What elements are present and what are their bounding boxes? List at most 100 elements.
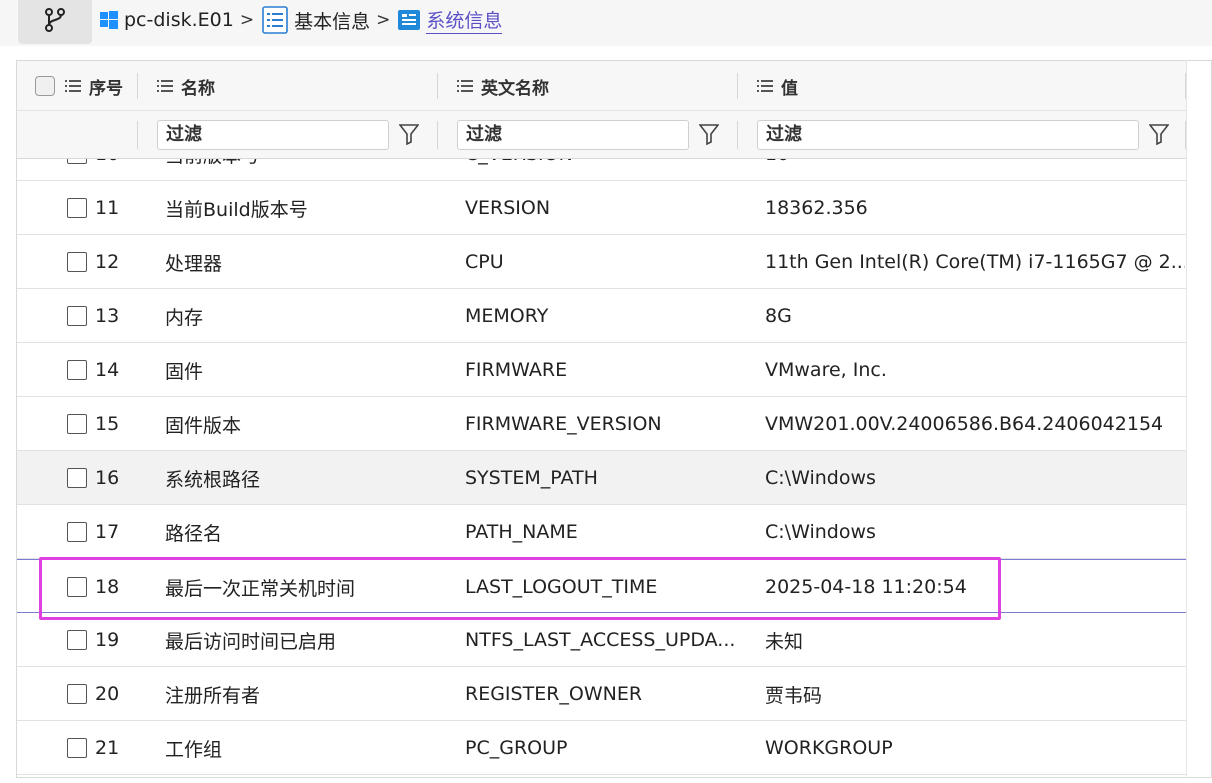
row-number: 19 <box>95 629 120 651</box>
column-menu-icon[interactable] <box>757 80 773 92</box>
grid-header: 序号 名称 英文名称 值 <box>17 61 1187 111</box>
row-number: 12 <box>95 251 120 273</box>
row-number: 10 <box>95 159 119 165</box>
row-checkbox[interactable] <box>67 159 87 164</box>
data-grid: 序号 名称 英文名称 值 过滤 过滤 过滤 11 当前Build版本号 VERS… <box>16 60 1212 778</box>
cell-value: 18362.356 <box>765 197 868 219</box>
cell-english-name: VERSION <box>465 197 551 219</box>
cell-name: 固件版本 <box>165 414 242 437</box>
name-filter-input[interactable]: 过滤 <box>157 120 389 150</box>
header-name[interactable]: 名称 <box>157 61 215 111</box>
cell-name: 当前版本号 <box>165 159 445 181</box>
table-row[interactable]: 20 注册所有者 REGISTER_OWNER 贾韦码 <box>17 667 1187 721</box>
breadcrumb-item-disk[interactable]: pc-disk.E01 <box>100 9 234 31</box>
filter-icon[interactable] <box>1148 123 1170 149</box>
cell-index: 16 <box>67 451 157 505</box>
cell-index: 21 <box>67 721 157 775</box>
column-menu-icon[interactable] <box>457 80 473 92</box>
cell-index: 14 <box>67 343 157 397</box>
row-checkbox[interactable] <box>67 577 87 597</box>
row-checkbox[interactable] <box>67 468 87 488</box>
cell-value: VMW201.00V.24006586.B64.2406042154 <box>765 413 1164 435</box>
filter-icon[interactable] <box>398 123 420 149</box>
table-row[interactable]: 19 最后访问时间已启用 NTFS_LAST_ACCESS_UPDA... 未知 <box>17 613 1187 667</box>
cell-index: 18 <box>67 560 157 614</box>
column-menu-icon[interactable] <box>65 80 81 92</box>
cell-value: 2025-04-18 11:20:54 <box>765 576 967 598</box>
cell-english-name: PC_GROUP <box>465 737 568 759</box>
cell-index: 11 <box>67 181 157 235</box>
table-row-selected[interactable]: 16 系统根路径 SYSTEM_PATH C:\Windows <box>17 451 1187 505</box>
row-checkbox[interactable] <box>67 630 87 650</box>
cell-english-name: REGISTER_OWNER <box>465 683 643 705</box>
filter-icon[interactable] <box>698 123 720 149</box>
value-filter-input[interactable]: 过滤 <box>757 120 1139 150</box>
branch-button[interactable] <box>18 0 92 44</box>
cell-english-name: PATH_NAME <box>465 521 578 543</box>
cell-value: C:\Windows <box>765 521 876 543</box>
row-checkbox[interactable] <box>67 360 87 380</box>
column-divider[interactable] <box>737 73 738 99</box>
cell-name: 路径名 <box>165 522 223 545</box>
branch-icon <box>44 8 66 36</box>
cell-name: 固件 <box>165 360 204 383</box>
breadcrumb-label: pc-disk.E01 <box>124 9 234 31</box>
row-number: 21 <box>95 737 120 759</box>
header-name-label: 名称 <box>181 78 215 99</box>
table-row[interactable]: 14 固件 FIRMWARE VMware, Inc. <box>17 343 1187 397</box>
column-divider[interactable] <box>437 73 438 99</box>
cell-english-name: FIRMWARE <box>465 359 568 381</box>
row-checkbox[interactable] <box>67 198 87 218</box>
cell-name: 注册所有者 <box>165 684 261 707</box>
cell-value: 贾韦码 <box>765 684 823 707</box>
header-value[interactable]: 值 <box>757 61 798 111</box>
cell-value: 11th Gen Intel(R) Core(TM) i7-1165G7 @ 2… <box>765 251 1185 273</box>
row-checkbox[interactable] <box>67 252 87 272</box>
table-row[interactable]: 12 处理器 CPU 11th Gen Intel(R) Core(TM) i7… <box>17 235 1187 289</box>
table-row[interactable]: 15 固件版本 FIRMWARE_VERSION VMW201.00V.2400… <box>17 397 1187 451</box>
row-checkbox[interactable] <box>67 522 87 542</box>
row-checkbox[interactable] <box>67 738 87 758</box>
breadcrumb: pc-disk.E01 > 基本信息 > 系统信息 <box>100 0 503 40</box>
cell-value: VMware, Inc. <box>765 359 887 381</box>
row-number: 20 <box>95 683 120 705</box>
cell-index: 19 <box>67 613 157 667</box>
table-row[interactable]: 13 内存 MEMORY 8G <box>17 289 1187 343</box>
column-menu-icon[interactable] <box>157 80 173 92</box>
row-checkbox[interactable] <box>67 306 87 326</box>
breadcrumb-separator: > <box>239 10 255 30</box>
header-english-name[interactable]: 英文名称 <box>457 61 549 111</box>
cell-value: 未知 <box>765 630 804 653</box>
cell-name: 处理器 <box>165 252 223 275</box>
breadcrumb-item-basic-info[interactable]: 基本信息 <box>262 6 370 34</box>
table-row[interactable]: 10 当前版本号 C_VERSION 10 <box>17 159 1187 181</box>
english-name-filter-input[interactable]: 过滤 <box>457 120 689 150</box>
breadcrumb-item-system-info[interactable]: 系统信息 <box>398 6 503 34</box>
row-checkbox[interactable] <box>67 414 87 434</box>
table-row[interactable]: 21 工作组 PC_GROUP WORKGROUP <box>17 721 1187 775</box>
select-all-checkbox[interactable] <box>35 76 55 96</box>
table-row[interactable]: 17 路径名 PATH_NAME C:\Windows <box>17 505 1187 559</box>
cell-english-name: C_VERSION <box>465 159 745 181</box>
cell-index: 20 <box>67 667 157 721</box>
column-divider <box>737 121 738 149</box>
filter-row: 过滤 过滤 过滤 <box>17 111 1187 159</box>
table-row-focused[interactable]: 18 最后一次正常关机时间 LAST_LOGOUT_TIME 2025-04-1… <box>17 559 1187 613</box>
cell-name: 当前Build版本号 <box>165 198 308 221</box>
grid-right-edge <box>1186 60 1187 778</box>
header-index[interactable]: 序号 <box>35 61 123 111</box>
grid-body: 10 当前版本号 C_VERSION 10 11 当前Build版本号 VERS… <box>17 159 1187 777</box>
table-row[interactable]: 11 当前Build版本号 VERSION 18362.356 <box>17 181 1187 235</box>
column-divider[interactable] <box>137 73 138 99</box>
info-card-icon <box>398 10 421 30</box>
cell-value: C:\Windows <box>765 467 876 489</box>
cell-name: 最后访问时间已启用 <box>165 630 337 653</box>
list-icon <box>262 6 288 34</box>
row-checkbox[interactable] <box>67 684 87 704</box>
cell-english-name: MEMORY <box>465 305 549 327</box>
row-number: 18 <box>95 576 120 598</box>
cell-name: 系统根路径 <box>165 468 261 491</box>
cell-name: 内存 <box>165 306 204 329</box>
breadcrumb-separator: > <box>376 10 391 30</box>
row-number: 13 <box>95 305 120 327</box>
